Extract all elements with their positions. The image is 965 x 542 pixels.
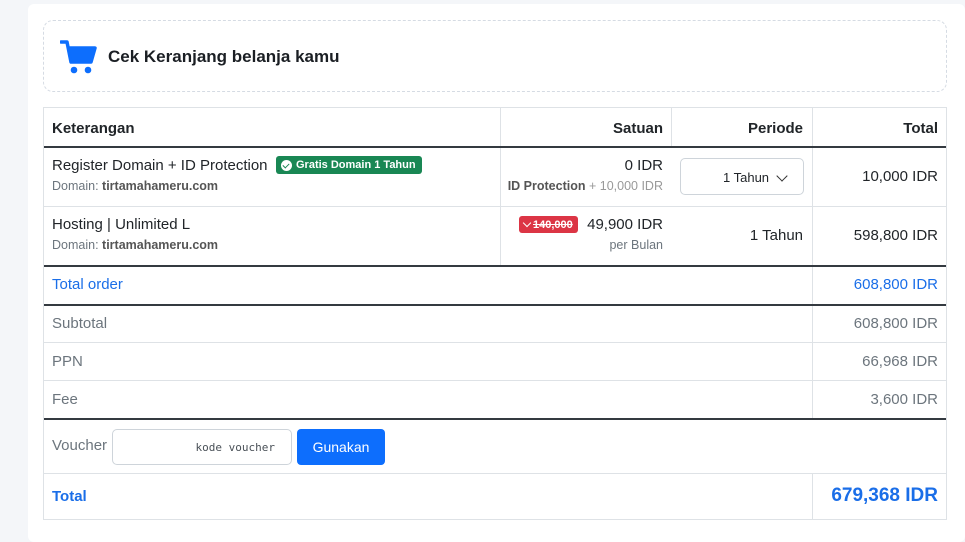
subtotal-value: 608,800 IDR bbox=[853, 315, 938, 332]
period-select[interactable]: 1 Tahun bbox=[680, 158, 804, 195]
item-domain: Domain: tirtamahameru.com bbox=[52, 179, 219, 193]
check-circle-icon bbox=[281, 159, 292, 171]
item-name: Register Domain + ID Protection bbox=[52, 157, 268, 174]
cart-table: Keterangan Satuan Periode Total Register… bbox=[43, 107, 947, 520]
page-title: Cek Keranjang belanja kamu bbox=[108, 47, 340, 66]
item-total: 598,800 IDR bbox=[853, 227, 938, 244]
apply-voucher-button[interactable]: Gunakan bbox=[297, 429, 385, 465]
total-order-label: Total order bbox=[52, 276, 123, 293]
voucher-label: Voucher bbox=[52, 437, 108, 454]
item-total: 10,000 IDR bbox=[862, 168, 938, 185]
ppn-value: 66,968 IDR bbox=[862, 353, 938, 370]
item-price-unit: per Bulan bbox=[609, 238, 663, 252]
item-domain: Domain: tirtamahameru.com bbox=[52, 238, 219, 252]
free-domain-badge: Gratis Domain 1 Tahun bbox=[276, 156, 422, 174]
item-price: 49,900 IDR bbox=[587, 216, 663, 233]
grand-total-value: 679,368 IDR bbox=[831, 485, 938, 506]
item-name: Hosting | Unlimited L bbox=[52, 216, 191, 233]
column-header-total: Total bbox=[903, 120, 938, 137]
cart-header: Cek Keranjang belanja kamu bbox=[43, 20, 947, 92]
column-header-periode: Periode bbox=[747, 120, 803, 137]
shopping-cart-icon bbox=[60, 40, 97, 74]
total-order-value: 608,800 IDR bbox=[853, 276, 938, 293]
column-header-keterangan: Keterangan bbox=[52, 120, 135, 137]
ppn-label: PPN bbox=[52, 353, 83, 370]
chevron-down-icon bbox=[776, 170, 788, 182]
fee-value: 3,600 IDR bbox=[870, 391, 938, 408]
item-period: 1 Tahun bbox=[749, 227, 803, 244]
voucher-input[interactable] bbox=[112, 429, 292, 465]
grand-total-label: Total bbox=[52, 488, 87, 505]
item-price: 0 IDR bbox=[624, 157, 663, 174]
subtotal-label: Subtotal bbox=[52, 315, 108, 332]
fee-label: Fee bbox=[52, 391, 78, 408]
column-header-satuan: Satuan bbox=[612, 120, 663, 137]
id-protection-price: ID Protection + 10,000 IDR bbox=[507, 179, 663, 193]
